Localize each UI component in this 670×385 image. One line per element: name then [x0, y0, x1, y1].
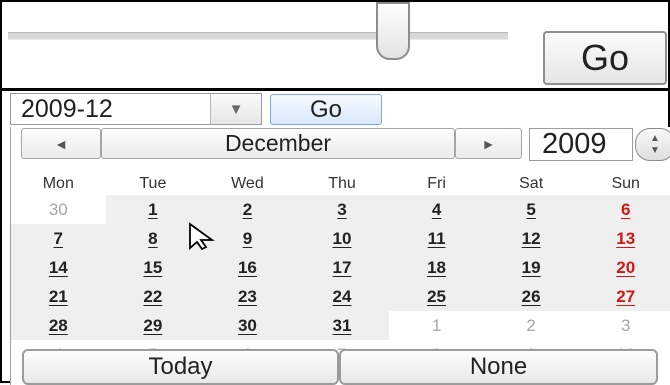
weekday-header: Sat — [519, 175, 544, 192]
day-cell[interactable]: 1 — [389, 311, 484, 340]
day-cell[interactable]: 4 — [389, 195, 484, 224]
day-cell[interactable]: 1 — [105, 195, 201, 224]
weekday-header-row: Mon Tue Wed Thu Fri Sat Sun — [11, 171, 670, 197]
chevron-down-icon[interactable]: ▼ — [650, 145, 660, 157]
day-cell[interactable]: 30 — [11, 195, 106, 224]
day-cell[interactable]: 3 — [294, 195, 390, 224]
month-input[interactable]: 2009-12 ▼ — [10, 93, 262, 125]
day-cell[interactable]: 6 — [578, 195, 670, 224]
day-cell[interactable]: 12 — [483, 224, 579, 253]
calendar-grid: 30 1 2 3 4 5 6 7 8 9 10 11 12 13 14 15 1… — [11, 195, 670, 369]
month-go-button[interactable]: Go — [270, 94, 382, 125]
day-cell[interactable]: 21 — [11, 282, 106, 311]
weekday-header: Wed — [231, 175, 264, 192]
year-spinner[interactable]: ▲ ▼ — [635, 128, 670, 161]
day-cell[interactable]: 18 — [389, 253, 484, 282]
next-month-button[interactable]: ► — [455, 128, 522, 159]
day-cell[interactable]: 19 — [483, 253, 579, 282]
day-cell[interactable]: 11 — [389, 224, 484, 253]
day-cell[interactable]: 7 — [11, 224, 106, 253]
day-cell[interactable]: 2 — [484, 311, 579, 340]
day-cell[interactable]: 28 — [11, 311, 106, 340]
calendar-footer: Today None — [22, 349, 670, 385]
chevron-left-icon: ◄ — [54, 135, 68, 152]
day-cell[interactable]: 24 — [294, 282, 390, 311]
day-cell[interactable]: 26 — [483, 282, 579, 311]
day-cell[interactable]: 5 — [483, 195, 579, 224]
day-cell[interactable]: 31 — [294, 311, 390, 340]
month-label: December — [101, 128, 455, 159]
weekday-header: Fri — [427, 175, 446, 192]
day-cell[interactable]: 25 — [389, 282, 484, 311]
dropdown-toggle-icon[interactable]: ▼ — [210, 94, 261, 124]
day-cell[interactable]: 13 — [578, 224, 670, 253]
weekday-header: Mon — [42, 175, 74, 192]
day-cell[interactable]: 14 — [11, 253, 106, 282]
range-slider-thumb[interactable] — [376, 2, 410, 60]
mouse-cursor-icon — [189, 222, 215, 250]
chevron-up-icon[interactable]: ▲ — [650, 133, 660, 145]
year-input[interactable]: 2009 — [529, 128, 633, 161]
top-go-button[interactable]: Go — [543, 31, 667, 85]
range-slider-track[interactable] — [8, 32, 508, 40]
day-cell[interactable]: 27 — [578, 282, 670, 311]
day-cell[interactable]: 29 — [105, 311, 201, 340]
divider — [2, 88, 670, 91]
day-cell[interactable]: 22 — [105, 282, 201, 311]
weekday-header: Sun — [611, 175, 640, 192]
day-cell[interactable]: 20 — [578, 253, 670, 282]
weekday-header: Tue — [139, 175, 167, 192]
day-cell[interactable]: 30 — [200, 311, 295, 340]
month-value: 2009-12 — [21, 94, 113, 123]
day-cell[interactable]: 15 — [105, 253, 201, 282]
weekday-header: Thu — [328, 175, 356, 192]
calendar-popup: ◄ December ► 2009 ▲ ▼ Mon Tue Wed Thu Fr… — [10, 127, 670, 385]
prev-month-button[interactable]: ◄ — [21, 128, 101, 159]
today-button[interactable]: Today — [22, 349, 339, 385]
day-cell[interactable]: 10 — [294, 224, 390, 253]
chevron-right-icon: ► — [481, 135, 496, 152]
day-cell[interactable]: 16 — [200, 253, 295, 282]
day-cell[interactable]: 3 — [578, 311, 670, 340]
none-button[interactable]: None — [339, 349, 658, 385]
calendar-nav: ◄ December ► 2009 ▲ ▼ — [21, 128, 670, 166]
day-cell[interactable]: 17 — [294, 253, 390, 282]
day-cell[interactable]: 2 — [200, 195, 295, 224]
day-cell[interactable]: 23 — [200, 282, 295, 311]
window-frame: Go 2009-12 ▼ Go ◄ December ► 2009 ▲ ▼ Mo… — [0, 0, 670, 385]
day-cell[interactable]: 8 — [105, 224, 201, 253]
